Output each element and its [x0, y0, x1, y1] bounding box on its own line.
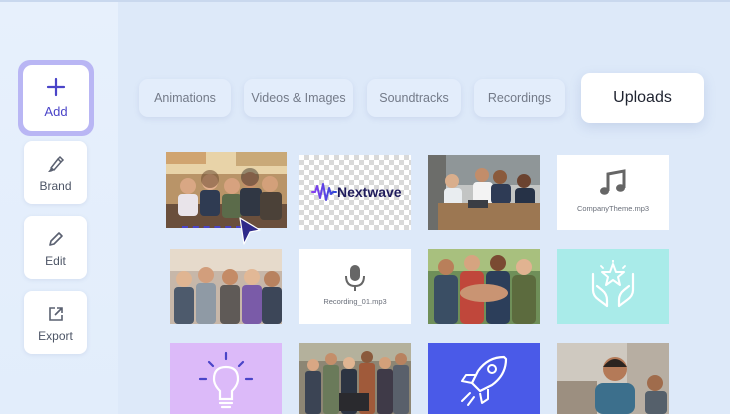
edit-icon — [47, 228, 65, 250]
upload-photo-team-group[interactable] — [299, 343, 411, 414]
microphone-icon — [299, 264, 411, 292]
upload-illustration-hands-star[interactable] — [557, 249, 669, 324]
brand-icon — [46, 153, 66, 175]
logo-group: Nextwave — [311, 182, 402, 202]
brand-label: Brand — [39, 178, 72, 193]
file-name: Recording_01.mp3 — [323, 297, 387, 306]
upload-photo-group-selfie[interactable] — [166, 152, 287, 228]
drag-indicator — [182, 226, 242, 228]
tab-videos-images[interactable]: Videos & Images — [244, 79, 353, 117]
upload-logo-nextwave[interactable]: Nextwave — [299, 155, 411, 230]
tab-label: Soundtracks — [379, 91, 449, 105]
tab-animations[interactable]: Animations — [139, 79, 231, 117]
upload-recording[interactable]: Recording_01.mp3 — [299, 249, 411, 324]
file-name: CompanyTheme.mp3 — [576, 204, 650, 213]
upload-photo-meeting[interactable] — [428, 155, 540, 230]
tab-uploads[interactable]: Uploads — [581, 73, 704, 123]
cursor-icon — [236, 216, 264, 251]
upload-photo-team-huddle[interactable] — [170, 249, 282, 324]
tab-label: Videos & Images — [251, 91, 346, 105]
hands-star-icon — [557, 260, 669, 310]
rocket-icon — [428, 353, 540, 407]
edit-label: Edit — [45, 253, 66, 268]
export-icon — [47, 303, 65, 325]
export-button[interactable]: Export — [24, 291, 87, 354]
add-button-ring: Add — [18, 60, 94, 136]
upload-illustration-rocket[interactable] — [428, 343, 540, 414]
tab-label: Uploads — [613, 89, 672, 106]
upload-audio-company-theme[interactable]: CompanyTheme.mp3 — [557, 155, 669, 230]
lightbulb-icon — [170, 351, 282, 411]
tab-label: Recordings — [487, 91, 552, 105]
edit-button[interactable]: Edit — [24, 216, 87, 279]
tab-label: Animations — [154, 91, 216, 105]
music-note-icon — [557, 169, 669, 197]
brand-button[interactable]: Brand — [24, 141, 87, 204]
export-label: Export — [38, 328, 73, 343]
logo-text: Nextwave — [337, 184, 402, 200]
add-button[interactable]: Add — [23, 65, 89, 131]
upload-illustration-lightbulb[interactable] — [170, 343, 282, 414]
upload-photo-hands-together[interactable] — [428, 249, 540, 324]
tab-recordings[interactable]: Recordings — [474, 79, 565, 117]
plus-icon — [46, 77, 66, 100]
sidebar: Add Brand Edit Export — [0, 2, 118, 414]
upload-photo-smiling-man[interactable] — [557, 343, 669, 414]
add-label: Add — [44, 104, 68, 119]
waveform-icon — [311, 183, 337, 201]
tab-soundtracks[interactable]: Soundtracks — [367, 79, 461, 117]
